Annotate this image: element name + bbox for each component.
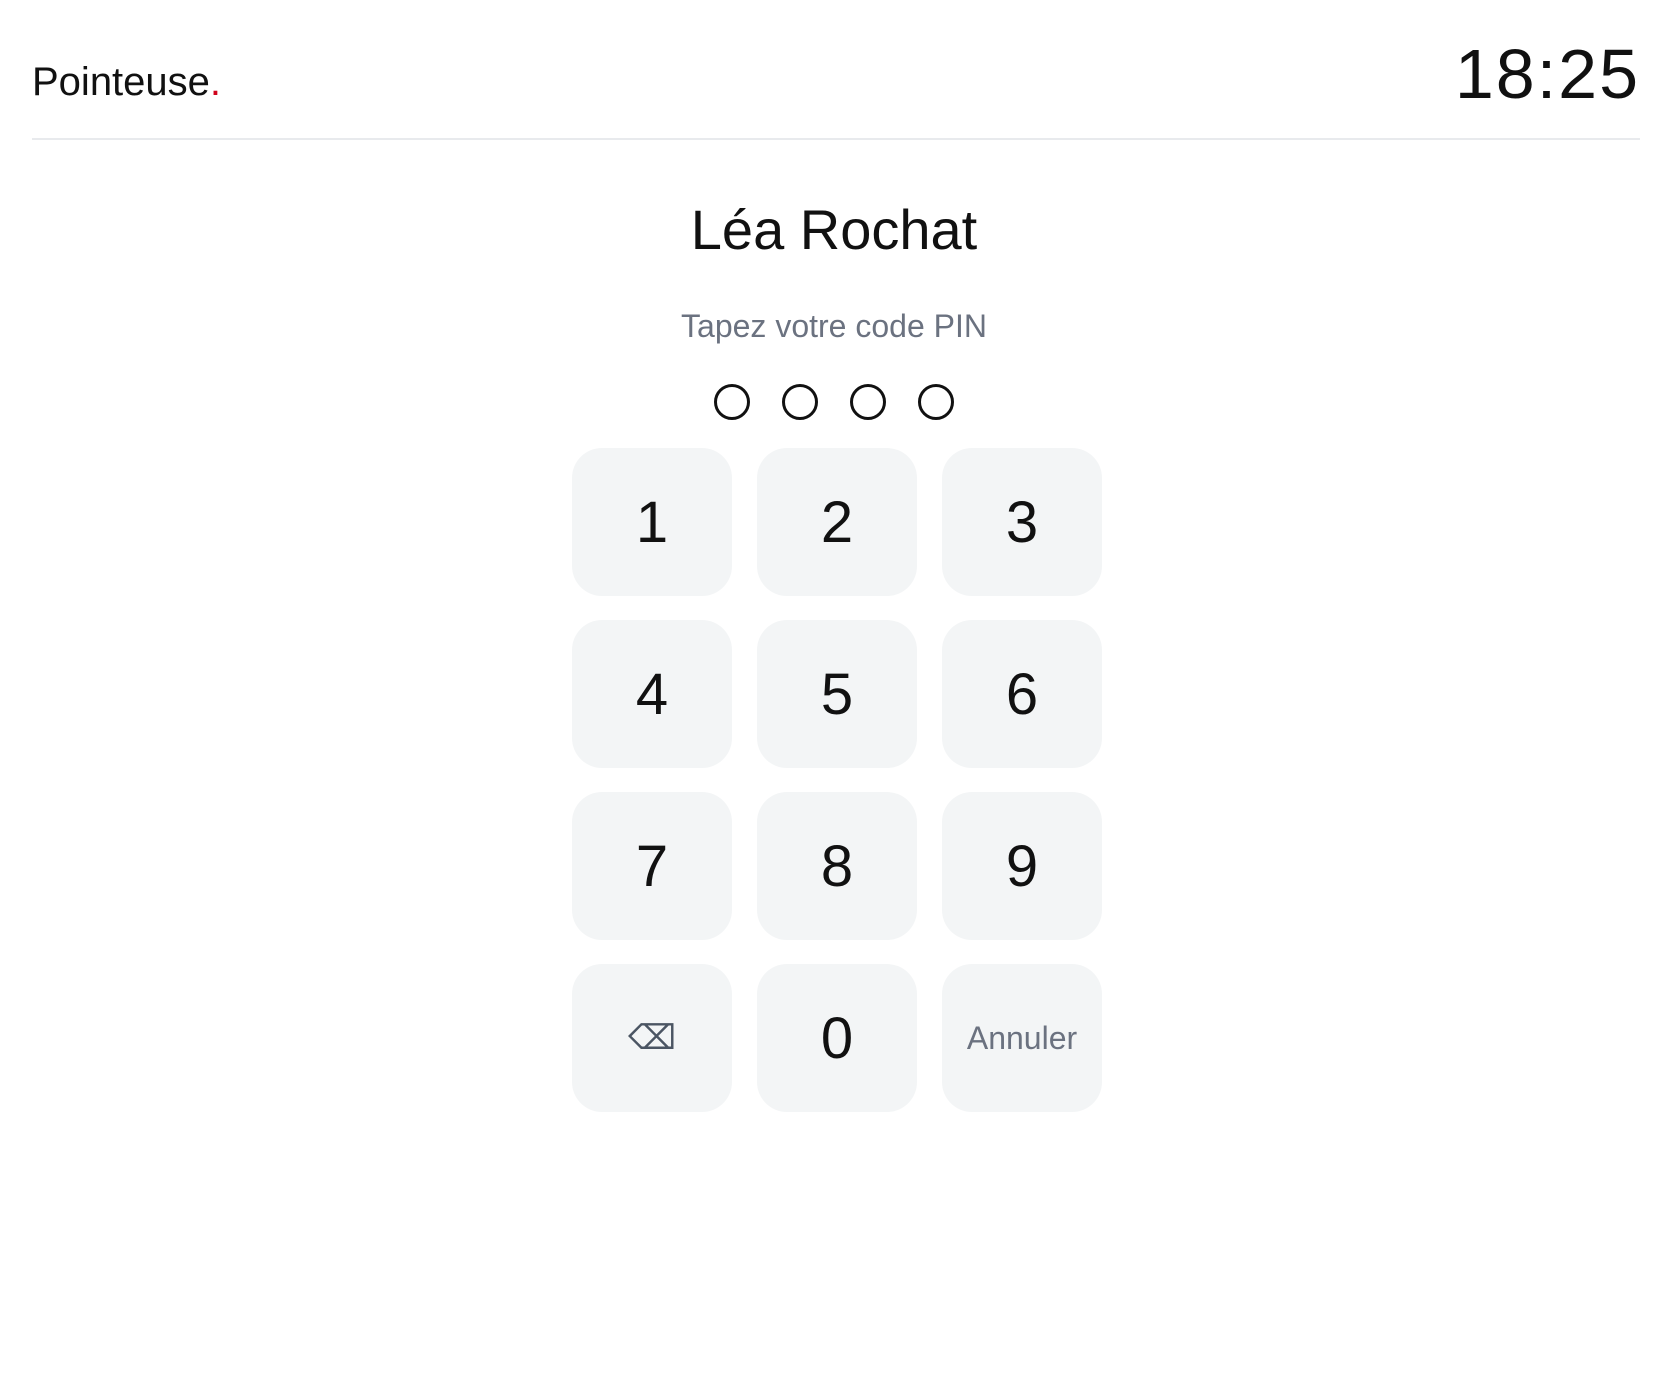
key-1-button[interactable]: 1 [572, 448, 732, 596]
key-3-button[interactable]: 3 [942, 448, 1102, 596]
brand-name: Pointeuse [32, 60, 210, 104]
key-8-button[interactable]: 8 [757, 792, 917, 940]
app-logo: Pointeuse. [32, 58, 221, 106]
pin-dot-1 [714, 384, 750, 420]
brand-dot: . [209, 60, 222, 104]
cancel-button[interactable]: Annuler [942, 964, 1102, 1112]
pin-dot-2 [782, 384, 818, 420]
employee-name: Léa Rochat [690, 198, 978, 261]
keypad: 1 2 3 4 5 6 7 8 9 ⌫ 0 Annuler [572, 448, 1102, 1112]
pin-dot-4 [918, 384, 954, 420]
pin-prompt: Tapez votre code PIN [681, 308, 987, 344]
key-7-button[interactable]: 7 [572, 792, 732, 940]
top-bar: Pointeuse. 18:25 [32, 0, 1640, 140]
key-5-button[interactable]: 5 [757, 620, 917, 768]
key-0-button[interactable]: 0 [757, 964, 917, 1112]
backspace-icon: ⌫ [627, 1019, 677, 1057]
pin-dot-3 [850, 384, 886, 420]
backspace-button[interactable]: ⌫ [572, 964, 732, 1112]
pin-indicator [0, 384, 1668, 420]
key-6-button[interactable]: 6 [942, 620, 1102, 768]
key-2-button[interactable]: 2 [757, 448, 917, 596]
key-9-button[interactable]: 9 [942, 792, 1102, 940]
key-4-button[interactable]: 4 [572, 620, 732, 768]
clock: 18:25 [1454, 35, 1640, 113]
